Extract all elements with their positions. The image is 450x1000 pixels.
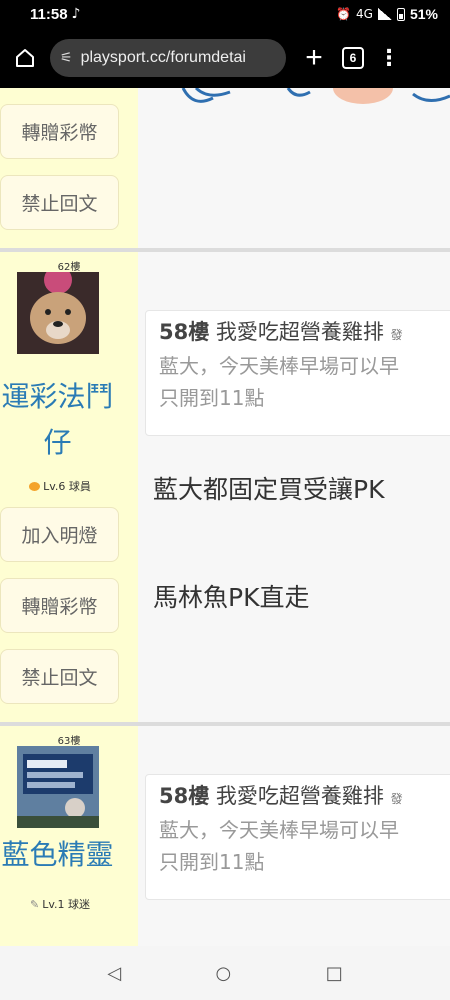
post-block-62: 62樓 運彩法鬥 仔 Lv.6 球員 加入明燈 轉贈彩幣 禁止回文 58樓 我愛…: [0, 252, 450, 722]
author-sidebar: 62樓 運彩法鬥 仔 Lv.6 球員 加入明燈 轉贈彩幣 禁止回文: [0, 252, 138, 722]
home-nav-icon[interactable]: ○: [216, 963, 232, 984]
quoted-reply[interactable]: 58樓 我愛吃超營養雞排 發 藍大，今天美棒早場可以早 只開到11點: [145, 310, 450, 436]
post-block-61: 轉贈彩幣 禁止回文: [0, 88, 450, 248]
post-content: [138, 88, 450, 248]
browser-toolbar: ⚟ playsport.cc/forumdetai + 6 ⋮: [0, 28, 450, 88]
ban-reply-button[interactable]: 禁止回文: [0, 175, 119, 230]
alarm-icon: ⏰: [336, 7, 352, 21]
quote-line: 只開到11點: [159, 386, 265, 410]
username-line2: 仔: [43, 426, 72, 459]
quote-line: 藍大，今天美棒早場可以早: [159, 354, 399, 378]
level-badge-icon: [29, 481, 41, 491]
quote-suffix: 發: [390, 792, 403, 806]
url-text: playsport.cc/forumdetai: [80, 49, 246, 66]
avatar[interactable]: [17, 272, 99, 354]
gift-coins-button[interactable]: 轉贈彩幣: [0, 578, 119, 633]
recents-icon[interactable]: □: [326, 963, 343, 984]
sticker-image: [181, 88, 450, 104]
home-icon[interactable]: [0, 28, 50, 88]
post-content: 58樓 我愛吃超營養雞排 發 藍大，今天美棒早場可以早 只開到11點 藍大都固定…: [138, 252, 450, 722]
post-paragraph: 馬林魚PK直走: [153, 583, 310, 612]
gift-coins-button[interactable]: 轉贈彩幣: [0, 104, 119, 159]
url-bar[interactable]: ⚟ playsport.cc/forumdetai: [50, 39, 286, 77]
username[interactable]: 藍色精靈: [0, 832, 115, 878]
ban-reply-button[interactable]: 禁止回文: [0, 649, 119, 704]
avatar[interactable]: [17, 746, 99, 828]
quote-floor: 58樓: [159, 784, 210, 808]
level-text: Lv.1 球迷: [42, 898, 90, 911]
tune-icon[interactable]: ⚟: [60, 50, 73, 66]
level-text: Lv.6 球員: [43, 480, 91, 493]
author-sidebar: 63樓 藍色精靈 ✎ Lv.1 球迷: [0, 726, 138, 946]
status-bar: 11:58 ♪ ⏰ 4G 51%: [0, 0, 450, 28]
quote-title: 58樓 我愛吃超營養雞排 發: [159, 317, 450, 350]
level-badge-icon: ✎: [30, 897, 40, 911]
battery-percent: 51%: [409, 6, 438, 22]
signal-icon: [377, 8, 392, 20]
quote-title: 58樓 我愛吃超營養雞排 發: [159, 781, 450, 814]
add-light-button[interactable]: 加入明燈: [0, 507, 119, 562]
network-type-label: 4G: [356, 7, 373, 21]
post-block-63: 63樓 藍色精靈 ✎ Lv.1 球迷 58樓 我愛吃超營養雞排 發 藍大，今天美…: [0, 726, 450, 946]
more-menu-icon[interactable]: ⋮: [364, 46, 414, 71]
username-line1: 藍色精靈: [1, 838, 114, 871]
quote-floor: 58樓: [159, 320, 210, 344]
status-time: 11:58: [30, 5, 68, 23]
quote-line: 只開到11點: [159, 850, 265, 874]
username[interactable]: 運彩法鬥 仔: [0, 374, 115, 466]
floor-number: 63樓: [57, 736, 81, 747]
forum-page: 轉贈彩幣 禁止回文 62樓 運彩法鬥 仔 Lv.6 球員 加入明燈 轉贈彩幣 禁…: [0, 88, 450, 946]
author-sidebar: 轉贈彩幣 禁止回文: [0, 88, 138, 248]
floor-number: 62樓: [57, 262, 81, 273]
quote-author: 我愛吃超營養雞排: [215, 784, 384, 808]
quote-author: 我愛吃超營養雞排: [215, 320, 384, 344]
quoted-reply[interactable]: 58樓 我愛吃超營養雞排 發 藍大，今天美棒早場可以早 只開到11點: [145, 774, 450, 900]
post-content: 58樓 我愛吃超營養雞排 發 藍大，今天美棒早場可以早 只開到11點: [138, 726, 450, 946]
user-level: ✎ Lv.1 球迷: [0, 896, 120, 912]
battery-icon: [396, 7, 405, 21]
status-icons: ⏰ 4G 51%: [336, 6, 438, 22]
username-line1: 運彩法鬥: [1, 380, 114, 413]
quote-line: 藍大，今天美棒早場可以早: [159, 818, 399, 842]
quote-suffix: 發: [390, 328, 403, 342]
tab-switcher-icon[interactable]: 6: [342, 47, 364, 69]
back-icon[interactable]: ◁: [107, 963, 121, 984]
plus-icon[interactable]: +: [286, 41, 342, 75]
user-level: Lv.6 球員: [0, 478, 120, 494]
system-nav-bar: ◁ ○ □: [0, 946, 450, 1000]
tiktok-notification-icon: ♪: [71, 6, 81, 22]
post-paragraph: 藍大都固定買受讓PK: [153, 475, 385, 504]
